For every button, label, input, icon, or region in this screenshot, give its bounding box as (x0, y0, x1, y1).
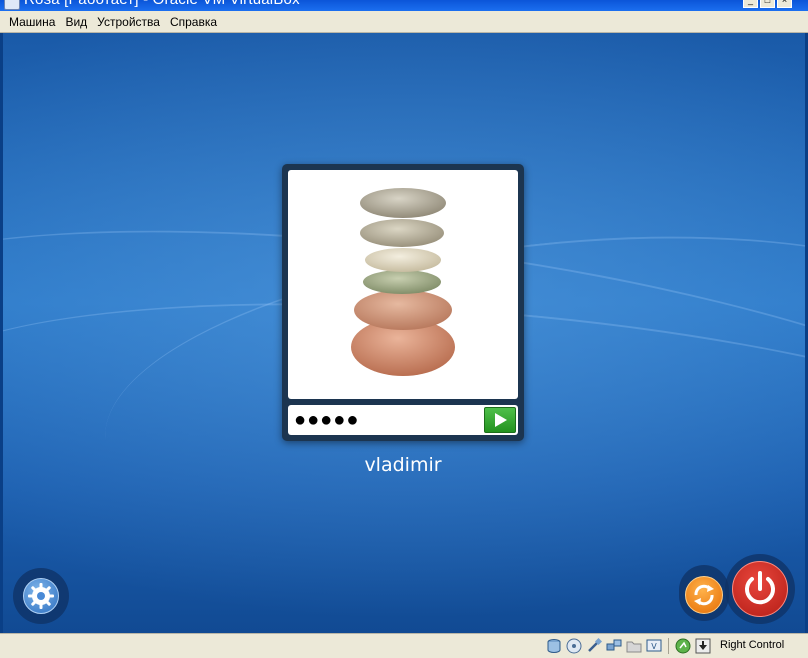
statusbar: V Right Control (0, 633, 808, 658)
username-label: vladimir (364, 454, 442, 476)
status-icons: V (546, 638, 711, 654)
usb-icon[interactable] (586, 638, 602, 654)
stacked-stones-image (351, 188, 455, 376)
password-input[interactable]: ●●●●● (294, 407, 479, 433)
password-row: ●●●●● (288, 405, 518, 435)
mouse-integration-icon[interactable] (675, 638, 691, 654)
vm-screen[interactable]: ●●●●● vladimir (3, 33, 805, 633)
host-key-label: Right Control (720, 639, 785, 651)
refresh-icon (694, 584, 714, 606)
play-arrow-icon (495, 413, 507, 427)
shared-folders-icon[interactable] (626, 638, 642, 654)
shutdown-circle (732, 561, 788, 617)
menu-machine[interactable]: Машина (4, 15, 60, 29)
login-card: ●●●●● (282, 164, 524, 441)
user-avatar (288, 170, 518, 399)
login-submit-button[interactable] (484, 407, 516, 433)
network-icon[interactable] (606, 638, 622, 654)
host-key-arrow-icon (695, 638, 711, 654)
virtualbox-icon (4, 0, 20, 10)
close-button[interactable]: × (777, 0, 792, 8)
svg-text:V: V (651, 642, 657, 651)
restart-button[interactable] (679, 565, 729, 621)
status-separator (668, 638, 669, 654)
shutdown-button[interactable] (725, 554, 795, 624)
settings-circle (23, 578, 59, 614)
window-titlebar[interactable]: Rosa [Работает] - Oracle VM VirtualBox _… (0, 0, 808, 11)
window-title: Rosa [Работает] - Oracle VM VirtualBox (24, 0, 300, 8)
restart-circle (685, 576, 723, 614)
window-controls: _ □ × (743, 0, 792, 8)
menu-help[interactable]: Справка (165, 15, 222, 29)
settings-button[interactable] (13, 568, 69, 624)
gear-icon (28, 583, 54, 609)
display-icon[interactable]: V (646, 638, 662, 654)
power-icon (745, 571, 775, 605)
optical-drive-icon[interactable] (566, 638, 582, 654)
menu-devices[interactable]: Устройства (92, 15, 165, 29)
minimize-button[interactable]: _ (743, 0, 758, 8)
menu-view[interactable]: Вид (60, 15, 92, 29)
maximize-button[interactable]: □ (760, 0, 775, 8)
hard-disk-icon[interactable] (546, 638, 562, 654)
menubar: Машина Вид Устройства Справка (0, 11, 808, 33)
